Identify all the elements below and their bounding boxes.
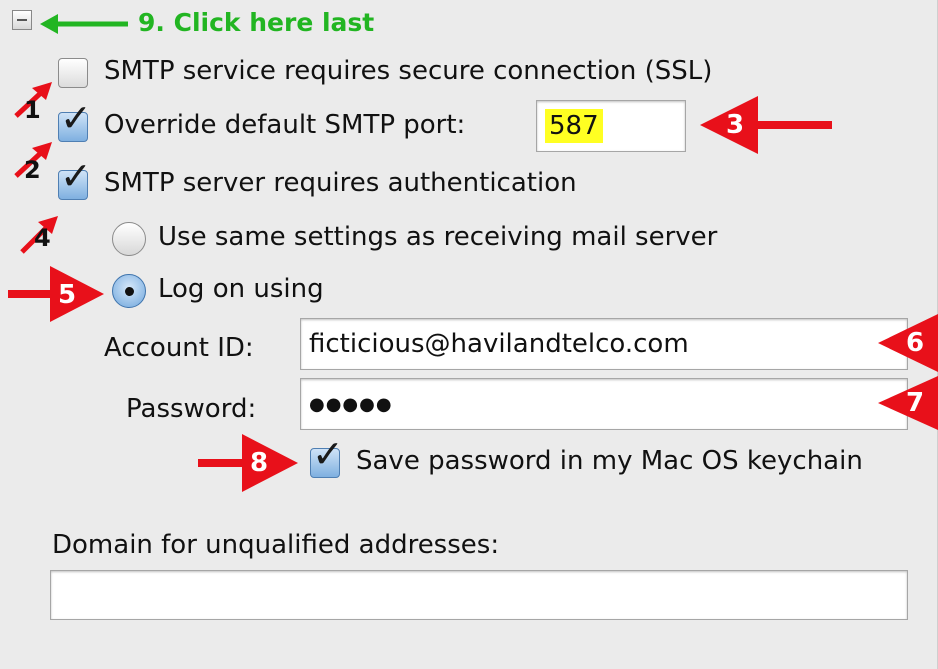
- annotation-7: 7: [906, 388, 925, 418]
- annotation-6: 6: [906, 328, 925, 358]
- annotation-8: 8: [250, 448, 269, 478]
- arrow-8-icon: [198, 434, 298, 492]
- annotation-3: 3: [726, 110, 745, 140]
- arrow-5-icon: [8, 266, 104, 322]
- green-arrow-icon: [40, 14, 128, 34]
- annotation-1: 1: [24, 96, 41, 124]
- annotation-overlay: [8, 14, 938, 492]
- annotation-5: 5: [58, 280, 77, 310]
- annotation-2: 2: [24, 156, 41, 184]
- arrow-3-icon: [700, 96, 832, 154]
- annotation-4: 4: [34, 224, 51, 252]
